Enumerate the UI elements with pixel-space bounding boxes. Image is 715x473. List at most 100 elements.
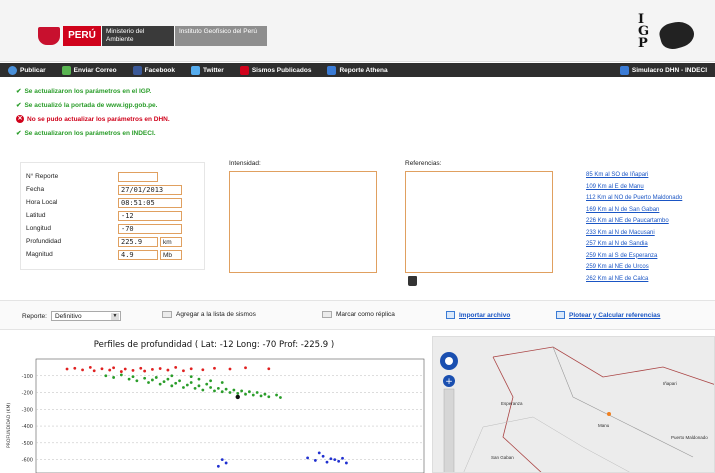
data-point: [255, 391, 259, 394]
data-point: [185, 383, 189, 387]
data-point: [166, 377, 170, 381]
import-icon: [446, 311, 455, 319]
trash-icon[interactable]: [408, 276, 417, 286]
map-label: San Gaban: [491, 455, 514, 460]
data-point: [143, 376, 147, 380]
map-svg: [433, 337, 714, 472]
data-point: [240, 389, 244, 393]
importar-label: Importar archivo: [459, 311, 511, 319]
magnitud-input[interactable]: 4.9: [118, 249, 158, 260]
reference-link[interactable]: 259 Km al NE de Urcos: [586, 264, 682, 276]
reference-link[interactable]: 257 Km al N de Sandia: [586, 241, 682, 253]
data-point: [244, 366, 247, 370]
reporte-athena-button[interactable]: Reporte Athena: [319, 65, 395, 75]
replica-option[interactable]: Marcar como réplica: [322, 311, 395, 318]
replica-checkbox[interactable]: [322, 311, 332, 318]
reference-link[interactable]: 169 Km al N de San Gaban: [586, 207, 682, 219]
agregar-checkbox[interactable]: [162, 311, 172, 318]
longitud-input[interactable]: -70: [118, 223, 182, 234]
magnitud-unit: Mb: [160, 249, 182, 260]
ministry-logo: Ministerio del Ambiente: [102, 26, 174, 46]
data-point: [321, 454, 325, 458]
status-message-text: No se pudo actualizar los parámetros en …: [27, 115, 170, 123]
agregar-label: Agregar a la lista de sismos: [176, 311, 256, 318]
fecha-input[interactable]: 27/01/2013: [118, 184, 182, 195]
plotear-label: Plotear y Calcular referencias: [569, 311, 661, 319]
list-icon: [239, 65, 249, 75]
intensidad-textarea[interactable]: [229, 171, 377, 273]
data-point: [174, 365, 178, 369]
data-point: [162, 380, 166, 384]
igp-logo-mark: [657, 18, 697, 52]
enviar-correo-button[interactable]: Enviar Correo: [54, 65, 125, 75]
reference-link[interactable]: 112 Km al NO de Puerto Maldonado: [586, 195, 682, 207]
data-point: [216, 464, 220, 468]
publicar-button[interactable]: Publicar: [0, 65, 54, 75]
sismos-publicados-button[interactable]: Sismos Publicados: [232, 65, 320, 75]
reporte-input[interactable]: [118, 171, 158, 182]
twitter-label: Twitter: [203, 66, 224, 74]
facebook-button[interactable]: Facebook: [125, 65, 183, 75]
profundidad-unit: km: [160, 236, 182, 247]
data-point: [317, 451, 321, 455]
profundidad-input[interactable]: 225.9: [118, 236, 158, 247]
reference-link[interactable]: 226 Km al NE de Paucartambo: [586, 218, 682, 230]
map-zoom-control[interactable]: +: [437, 351, 461, 473]
map-panel[interactable]: Iñapari Esperanza Manu Puerto Maldonado …: [432, 336, 715, 473]
reference-link[interactable]: 85 Km al SO de Iñapari: [586, 172, 682, 184]
report-icon: [327, 65, 337, 75]
latitud-input[interactable]: -12: [118, 210, 182, 221]
data-point: [139, 366, 143, 370]
reference-link[interactable]: 109 Km al E de Manu: [586, 184, 682, 196]
reference-link[interactable]: 233 Km al N de Macusani: [586, 230, 682, 242]
data-point: [220, 458, 224, 461]
data-point: [201, 388, 205, 392]
data-point: [182, 386, 185, 389]
status-message-text: Se actualizó la portada de www.igp.gob.p…: [24, 101, 158, 109]
twitter-button[interactable]: Twitter: [183, 65, 232, 75]
hora-label: Hora Local: [26, 199, 58, 206]
data-point: [228, 367, 232, 371]
header-bar: PERÚ Ministerio del Ambiente Instituto G…: [0, 0, 715, 62]
data-point: [166, 368, 170, 372]
data-point: [232, 388, 236, 392]
profundidad-label: Profundidad: [26, 238, 62, 245]
reporte-select[interactable]: Definitivo ▼: [50, 311, 121, 321]
check-icon: ✔: [16, 102, 22, 109]
data-point: [158, 367, 162, 370]
magnitud-label: Magnitud: [26, 251, 53, 258]
data-point: [189, 367, 193, 371]
data-point: [112, 376, 115, 379]
data-point: [81, 368, 84, 372]
data-point: [213, 366, 216, 370]
data-point: [143, 369, 147, 373]
y-tick-label: -300: [22, 407, 33, 413]
data-point: [170, 374, 174, 378]
importar-link[interactable]: Importar archivo: [446, 311, 510, 319]
hora-input[interactable]: 08:51:05: [118, 197, 182, 208]
agregar-option[interactable]: Agregar a la lista de sismos: [162, 311, 256, 318]
data-point: [201, 368, 205, 372]
plot-frame: [35, 358, 425, 473]
reference-link[interactable]: 262 Km al NE de Calca: [586, 276, 682, 288]
data-point: [216, 386, 220, 390]
drill-icon: [619, 65, 629, 75]
simulacro-button[interactable]: Simulacro DHN - INDECI: [612, 63, 715, 77]
reference-link[interactable]: 259 Km al S de Esperanza: [586, 253, 682, 265]
reporte-label: N° Reporte: [26, 173, 59, 180]
data-point: [197, 377, 201, 381]
data-point: [147, 381, 150, 384]
replica-label: Marcar como réplica: [336, 311, 395, 318]
data-point: [131, 369, 135, 372]
data-point: [151, 378, 154, 382]
data-point: [108, 368, 112, 372]
plot-icon: [556, 311, 565, 319]
globe-icon: [8, 65, 17, 75]
referencias-textarea[interactable]: [405, 171, 553, 273]
y-tick-label: -600: [22, 458, 33, 464]
data-point: [178, 379, 181, 383]
latitud-label: Latitud: [26, 212, 46, 219]
plotear-link[interactable]: Plotear y Calcular referencias: [556, 311, 660, 319]
data-point: [189, 381, 193, 384]
status-message: ✔ Se actualizaron los parámetros en INDEC…: [16, 126, 170, 140]
